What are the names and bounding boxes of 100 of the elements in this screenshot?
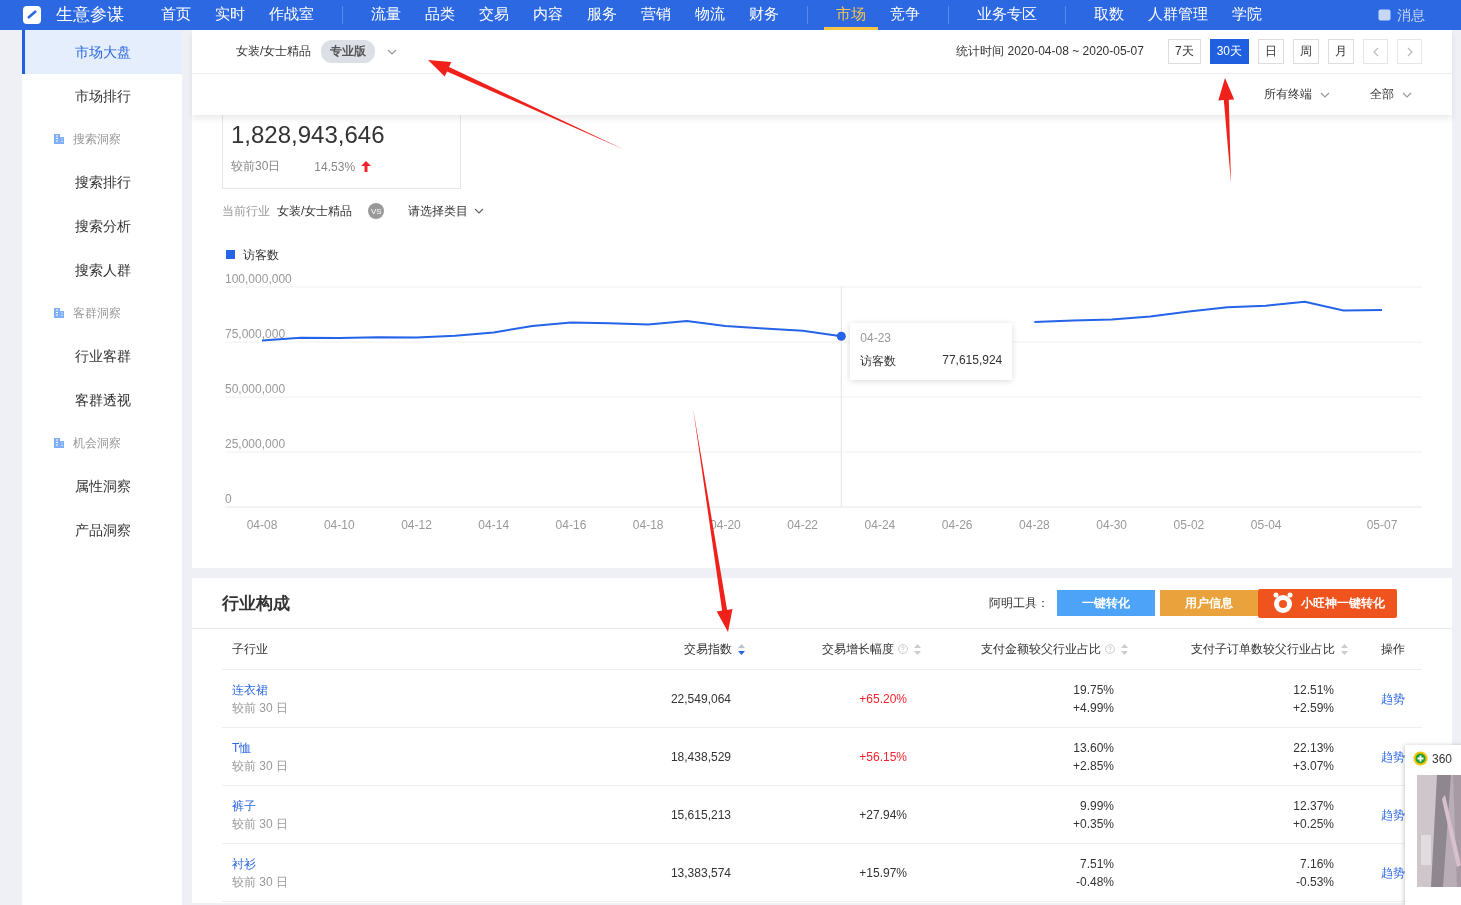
column-header[interactable]: 交易指数 bbox=[522, 629, 748, 670]
filter-dropdown[interactable]: 全部 bbox=[1370, 86, 1412, 103]
tooltip-series: 访客数 bbox=[860, 353, 897, 370]
sidebar-item[interactable]: 市场排行 bbox=[22, 74, 182, 118]
logo-text: 生意参谋 bbox=[56, 5, 124, 25]
trend-link[interactable]: 趋势 bbox=[1381, 805, 1405, 824]
x-axis-label: 04-28 bbox=[1019, 518, 1050, 532]
y-axis-label: 75,000,000 bbox=[225, 327, 286, 341]
y-axis-label: 100,000,000 bbox=[225, 272, 292, 286]
nav-item[interactable]: 业务专区 bbox=[965, 0, 1049, 30]
stat-period: 统计时间 2020-04-08 ~ 2020-05-07 bbox=[956, 43, 1144, 60]
table-cell-text: 13.60% bbox=[1073, 739, 1114, 757]
subindustry-link[interactable]: T恤 bbox=[232, 738, 252, 757]
section-title: 行业构成 bbox=[222, 592, 290, 615]
period-button[interactable]: 月 bbox=[1328, 39, 1354, 64]
nav-item[interactable]: 取数 bbox=[1082, 0, 1136, 30]
sidebar-item[interactable]: 搜索人群 bbox=[22, 248, 182, 292]
table-cell-text: +3.07% bbox=[1292, 757, 1334, 775]
nav-item[interactable]: 人群管理 bbox=[1136, 0, 1220, 30]
legend-swatch bbox=[226, 250, 235, 259]
kpi-change: 14.53% bbox=[314, 159, 356, 174]
table-cell-text: 7.51% bbox=[1079, 855, 1114, 873]
nav-item[interactable]: 交易 bbox=[467, 0, 521, 30]
sidebar-item[interactable]: 搜索分析 bbox=[22, 204, 182, 248]
sidebar-item[interactable]: 产品洞察 bbox=[22, 508, 182, 552]
compare-period: 较前 30 日 bbox=[232, 815, 288, 833]
x-axis-label: 04-12 bbox=[401, 518, 432, 532]
trend-link[interactable]: 趋势 bbox=[1381, 863, 1405, 882]
table-cell-text: +15.97% bbox=[859, 864, 907, 882]
x-axis-label: 04-16 bbox=[555, 518, 587, 532]
nav-item[interactable]: 财务 bbox=[737, 0, 791, 30]
x-axis-label: 04-30 bbox=[1096, 518, 1127, 532]
sidebar-item[interactable]: 客群透视 bbox=[22, 378, 182, 422]
x-axis-label: 04-26 bbox=[941, 518, 973, 532]
table-cell-text: 19.75% bbox=[1073, 681, 1114, 699]
column-header: 操作 bbox=[1351, 629, 1422, 670]
building-icon bbox=[53, 437, 65, 449]
nav-item[interactable]: 作战室 bbox=[257, 0, 326, 30]
previous-button[interactable] bbox=[1363, 39, 1388, 64]
logo-icon bbox=[22, 5, 42, 25]
period-button[interactable]: 周 bbox=[1293, 39, 1319, 64]
sidebar-group-label: 客群洞察 bbox=[73, 304, 121, 322]
category-dropdown[interactable]: 请选择类目 bbox=[408, 202, 485, 220]
filter-dropdown[interactable]: 所有终端 bbox=[1264, 86, 1330, 103]
x-axis-label: 04-22 bbox=[787, 518, 819, 532]
sidebar-item[interactable]: 属性洞察 bbox=[22, 464, 182, 508]
period-button[interactable]: 日 bbox=[1258, 39, 1284, 64]
chevron-left-icon bbox=[1371, 46, 1380, 57]
trend-link[interactable]: 趋势 bbox=[1381, 747, 1405, 766]
period-button[interactable]: 30天 bbox=[1209, 39, 1249, 64]
nav-item[interactable]: 营销 bbox=[629, 0, 683, 30]
legend-label: 访客数 bbox=[243, 248, 279, 262]
next-button[interactable] bbox=[1397, 39, 1422, 64]
nav-item[interactable]: 服务 bbox=[575, 0, 629, 30]
table-cell-text: -0.48% bbox=[1075, 873, 1114, 891]
column-header[interactable]: 交易增长幅度 bbox=[748, 629, 924, 670]
popup-title: 360 bbox=[1432, 751, 1453, 766]
sidebar-item[interactable]: 行业客群 bbox=[22, 334, 182, 378]
data-point bbox=[836, 331, 846, 341]
sidebar-item[interactable]: 市场大盘 bbox=[22, 30, 182, 74]
nav-item[interactable]: 学院 bbox=[1220, 0, 1274, 30]
current-industry: 女装/女士精品 bbox=[277, 202, 353, 220]
period-button[interactable]: 7天 bbox=[1167, 39, 1201, 64]
x-axis-label: 05-04 bbox=[1250, 518, 1282, 532]
building-icon bbox=[53, 133, 65, 145]
compare-period: 较前 30 日 bbox=[232, 699, 288, 717]
chevron-right-icon bbox=[1405, 46, 1414, 57]
subindustry-link[interactable]: 连衣裙 bbox=[232, 680, 268, 699]
compare-label: 当前行业 bbox=[222, 202, 270, 220]
tooltip-value: 77,615,924 bbox=[942, 353, 1003, 369]
nav-item[interactable]: 品类 bbox=[413, 0, 467, 30]
message-icon bbox=[1378, 9, 1391, 21]
subindustry-link[interactable]: 裤子 bbox=[232, 796, 256, 815]
edition-badge: 专业版 bbox=[321, 40, 376, 63]
table-cell-text: -0.53% bbox=[1295, 873, 1334, 891]
vs-badge: VS bbox=[368, 203, 385, 219]
tool-button[interactable]: 小旺神一键转化 bbox=[1258, 588, 1397, 618]
nav-item[interactable]: 物流 bbox=[683, 0, 737, 30]
column-header[interactable]: 支付子订单数较父行业占比 bbox=[1131, 629, 1351, 670]
building-icon bbox=[53, 307, 65, 319]
table-cell-text: 13,383,574 bbox=[670, 864, 731, 882]
nav-item[interactable]: 流量 bbox=[359, 0, 413, 30]
column-header[interactable]: 支付金额较父行业占比 bbox=[924, 629, 1131, 670]
x-axis-label: 05-02 bbox=[1173, 518, 1205, 532]
nav-item[interactable]: 首页 bbox=[149, 0, 203, 30]
sidebar-item[interactable]: 搜索排行 bbox=[22, 160, 182, 204]
table-cell-text: 12.51% bbox=[1293, 681, 1334, 699]
trend-link[interactable]: 趋势 bbox=[1381, 689, 1405, 708]
nav-item[interactable]: 竞争 bbox=[878, 0, 932, 30]
nav-item[interactable]: 内容 bbox=[521, 0, 575, 30]
table-cell-text: +56.15% bbox=[859, 748, 907, 766]
table-cell-text: 12.37% bbox=[1293, 797, 1334, 815]
message-link[interactable]: 消息 bbox=[1397, 5, 1425, 25]
table-cell-text: +4.99% bbox=[1072, 699, 1114, 717]
table-cell-text: 22,549,064 bbox=[670, 690, 731, 708]
compare-period: 较前 30 日 bbox=[232, 757, 288, 775]
table-cell-text: 22.13% bbox=[1293, 739, 1334, 757]
table-cell-text: 18,438,529 bbox=[670, 748, 731, 766]
subindustry-link[interactable]: 衬衫 bbox=[232, 854, 256, 873]
nav-item[interactable]: 实时 bbox=[203, 0, 257, 30]
